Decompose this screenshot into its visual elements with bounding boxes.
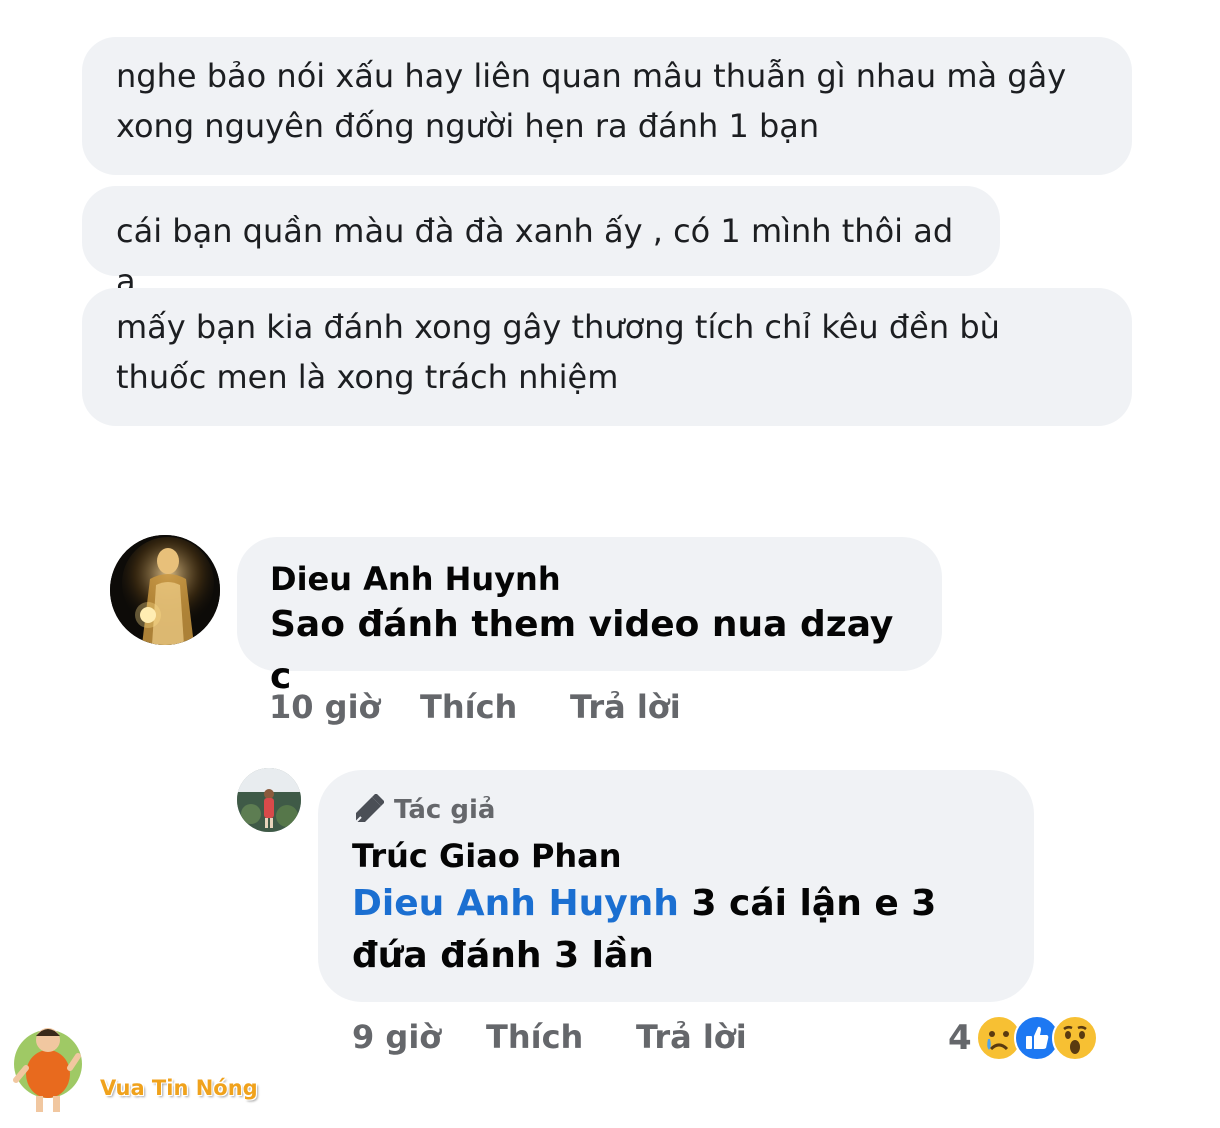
comment-actions: 10 giờ Thích Trả lời bbox=[0, 688, 1220, 728]
message-bubble-3: mấy bạn kia đánh xong gây thương tích ch… bbox=[82, 288, 1132, 426]
message-bubble-2: cái bạn quần màu đà đà xanh ấy , có 1 mì… bbox=[82, 186, 1000, 300]
comment-bubble: Dieu Anh Huynh Sao đánh them video nua d… bbox=[237, 537, 942, 697]
message-text: cái bạn quần màu đà đà xanh ấy , có 1 mì… bbox=[116, 212, 954, 300]
comment-like-button[interactable]: Thích bbox=[420, 688, 517, 726]
author-badge: Tác giả bbox=[352, 790, 1000, 830]
message-bubble-1: nghe bảo nói xấu hay liên quan mâu thuẫn… bbox=[82, 37, 1132, 175]
mascot-icon bbox=[13, 1028, 82, 1112]
reply-author-avatar[interactable] bbox=[237, 768, 301, 832]
reply-like-button[interactable]: Thích bbox=[486, 1018, 583, 1056]
reply-bubble: Tác giả Trúc Giao Phan Dieu Anh Huynh 3 … bbox=[318, 770, 1034, 1002]
wow-emoji-icon bbox=[1051, 1015, 1098, 1061]
commenter-avatar[interactable] bbox=[110, 535, 220, 645]
reply-time[interactable]: 9 giờ bbox=[352, 1018, 441, 1056]
reply-text: Dieu Anh Huynh 3 cái lận e 3 đứa đánh 3 … bbox=[352, 878, 1000, 982]
watermark-text: Vua Tin Nóng bbox=[100, 1076, 258, 1100]
reaction-count: 4 bbox=[948, 1018, 972, 1058]
comment-time[interactable]: 10 giờ bbox=[269, 688, 381, 726]
watermark: Vua Tin Nóng bbox=[12, 1018, 262, 1118]
pen-icon bbox=[355, 794, 384, 823]
reply-author-name[interactable]: Trúc Giao Phan bbox=[352, 836, 1000, 876]
message-text: mấy bạn kia đánh xong gây thương tích ch… bbox=[116, 308, 1000, 396]
comment-author-name[interactable]: Dieu Anh Huynh bbox=[270, 559, 909, 599]
author-badge-label: Tác giả bbox=[394, 795, 496, 825]
mention-link[interactable]: Dieu Anh Huynh bbox=[352, 883, 679, 924]
reaction-summary[interactable]: 4 bbox=[948, 1012, 1098, 1064]
message-text: nghe bảo nói xấu hay liên quan mâu thuẫn… bbox=[116, 57, 1067, 145]
buddha-avatar-icon bbox=[110, 535, 220, 645]
reply-reply-button[interactable]: Trả lời bbox=[636, 1018, 747, 1056]
person-avatar-icon bbox=[237, 768, 301, 832]
comment-reply-button[interactable]: Trả lời bbox=[570, 688, 681, 726]
